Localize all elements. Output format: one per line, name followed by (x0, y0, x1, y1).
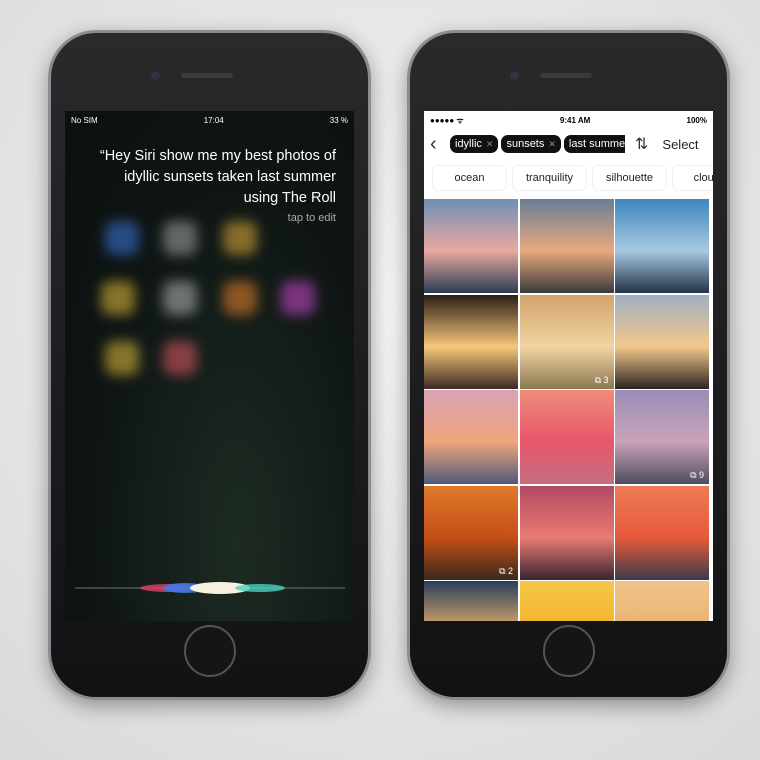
photo-thumbnail[interactable] (519, 199, 614, 293)
status-bar: No SIM 17:04 33 % (65, 111, 354, 129)
filter-chip[interactable]: idyllic ✕ (450, 135, 499, 153)
filter-chips: idyllic ✕ sunsets ✕ last summer (450, 135, 625, 153)
front-camera (151, 71, 160, 80)
clock: 17:04 (203, 115, 224, 125)
tap-to-edit-link[interactable]: tap to edit (288, 212, 336, 224)
sort-icon[interactable]: ⇅ (635, 134, 648, 154)
carrier: No SIM (71, 115, 98, 125)
suggestion-chip[interactable]: silhouette (592, 165, 667, 191)
suggestion-chip[interactable]: clouds (672, 165, 713, 191)
stack-count-badge: ⧉ 3 (594, 374, 609, 385)
battery: 100% (686, 115, 707, 125)
earpiece (540, 73, 592, 78)
chip-label: last summer (568, 138, 625, 150)
iphone-right: ●●●●● ᯤ 9:41 AM 100% ‹ idyllic ✕ sunsets ✕… (407, 30, 730, 700)
photo-thumbnail[interactable] (615, 581, 709, 621)
chip-label: sunsets (506, 138, 545, 150)
back-chevron-icon[interactable]: ‹ (430, 133, 446, 156)
iphone-left: No SIM 17:04 33 % “Hey Siri show me my b… (48, 30, 371, 700)
signal-icon: ●●●●● ᯤ (430, 115, 464, 125)
chip-label: idyllic (455, 138, 482, 150)
photo-thumbnail[interactable]: ⧉ 2 (424, 485, 518, 580)
search-bar: ‹ idyllic ✕ sunsets ✕ last summer ⇅ Select (424, 129, 713, 159)
earpiece (181, 73, 233, 78)
photo-grid: ⧉ 3 ⧉ 9 ⧉ 2 (424, 199, 713, 621)
select-button[interactable]: Select (662, 137, 698, 152)
home-button[interactable] (184, 625, 236, 677)
photo-thumbnail[interactable] (615, 485, 709, 580)
stack-count-badge: ⧉ 2 (499, 565, 513, 576)
photo-thumbnail[interactable]: ⧉ 3 (519, 294, 614, 389)
siri-waveform-icon (75, 582, 345, 594)
photo-thumbnail[interactable] (424, 294, 518, 389)
photo-thumbnail[interactable] (519, 581, 614, 621)
suggestion-chip[interactable]: tranquility (512, 165, 587, 191)
home-button[interactable] (543, 625, 595, 677)
clock: 9:41 AM (559, 115, 591, 125)
photo-thumbnail[interactable] (424, 390, 518, 484)
suggestion-chip[interactable]: ocean (432, 165, 507, 191)
front-camera (510, 71, 519, 80)
remove-icon[interactable]: ✕ (486, 139, 494, 149)
suggestion-row: ocean tranquility silhouette clouds (424, 159, 713, 197)
filter-chip[interactable]: last summer (563, 135, 625, 153)
stack-count-badge: ⧉ 9 (690, 470, 704, 480)
photo-thumbnail[interactable] (424, 581, 518, 621)
remove-icon[interactable]: ✕ (548, 139, 556, 149)
filter-chip[interactable]: sunsets ✕ (501, 135, 561, 153)
siri-screen: No SIM 17:04 33 % “Hey Siri show me my b… (65, 111, 354, 621)
photo-thumbnail[interactable] (615, 294, 709, 389)
photo-thumbnail[interactable] (519, 390, 614, 484)
photo-thumbnail[interactable] (519, 485, 614, 580)
photo-thumbnail[interactable] (424, 199, 518, 293)
battery: 33 % (329, 115, 348, 125)
photo-thumbnail[interactable] (615, 199, 709, 293)
status-bar: ●●●●● ᯤ 9:41 AM 100% (424, 111, 713, 129)
siri-query: “Hey Siri show me my best photos of idyl… (99, 148, 336, 206)
the-roll-app-screen: ●●●●● ᯤ 9:41 AM 100% ‹ idyllic ✕ sunsets ✕… (424, 111, 713, 621)
photo-thumbnail[interactable]: ⧉ 9 (615, 390, 709, 484)
